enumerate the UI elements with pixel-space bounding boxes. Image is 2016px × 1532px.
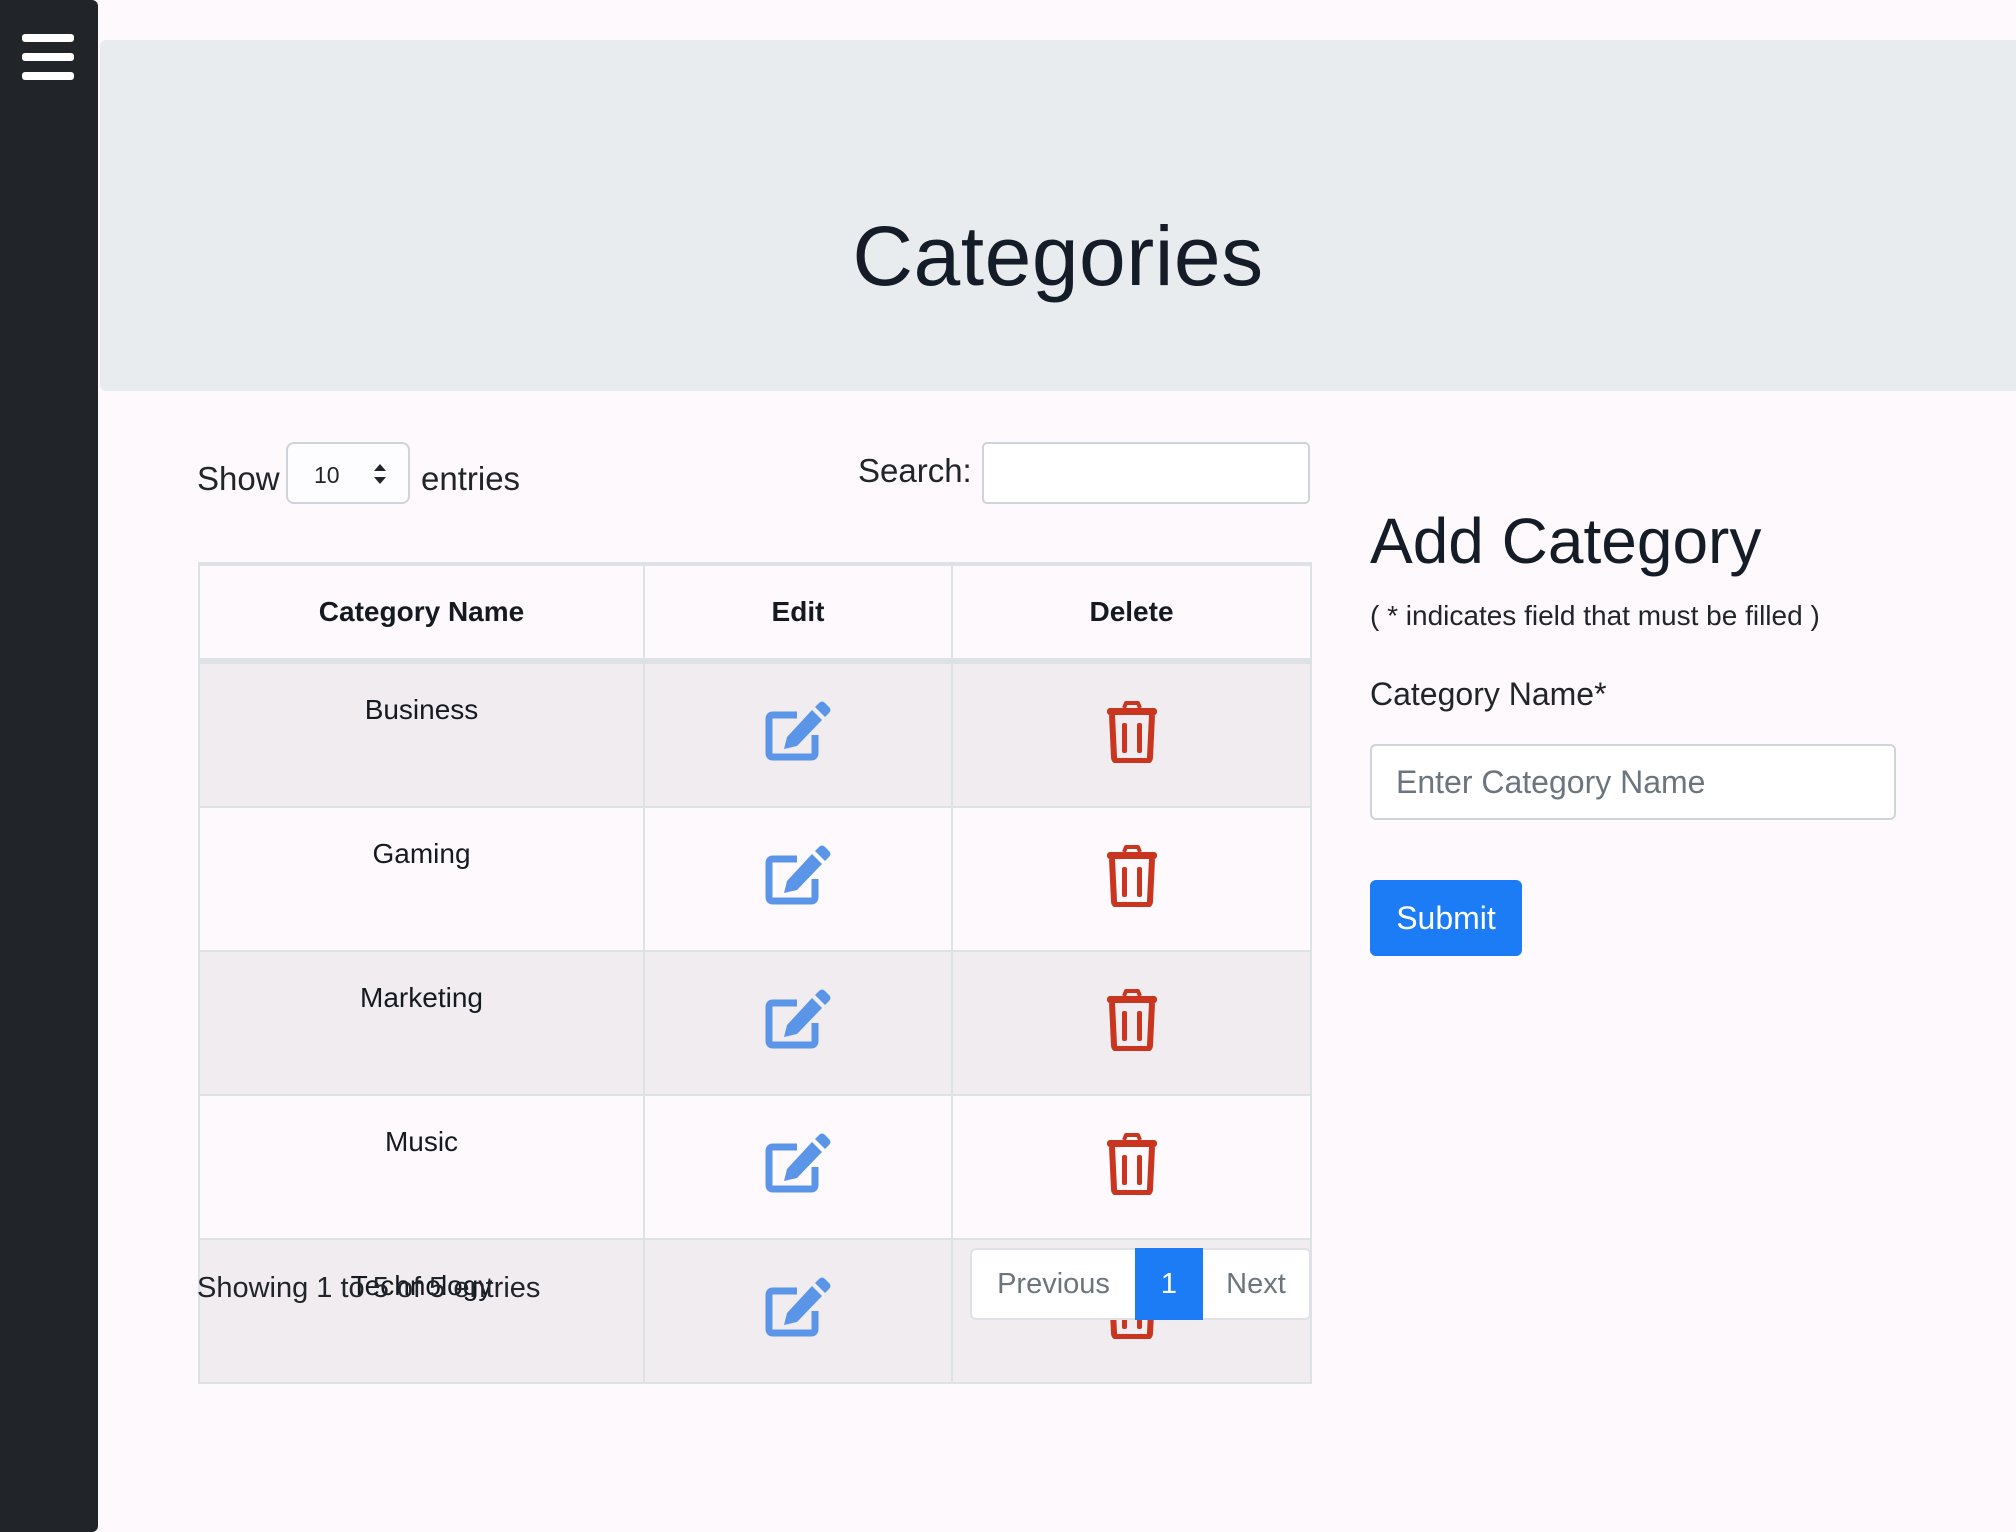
sort-arrows-icon — [374, 464, 386, 484]
table-row: Gaming — [198, 806, 1312, 952]
add-category-title: Add Category — [1370, 505, 1762, 577]
category-name-input[interactable] — [1370, 744, 1896, 820]
delete-cell — [951, 660, 1312, 808]
category-name-cell: Business — [198, 660, 645, 808]
page-1-button[interactable]: 1 — [1135, 1248, 1203, 1320]
entries-length-value: 10 — [314, 462, 340, 488]
trash-icon[interactable] — [1105, 700, 1159, 770]
search-label: Search: — [858, 452, 972, 489]
column-header-edit[interactable]: Edit — [643, 562, 953, 664]
edit-icon[interactable] — [763, 1277, 833, 1346]
edit-cell — [643, 660, 953, 808]
search-input[interactable] — [982, 442, 1310, 504]
delete-cell — [951, 950, 1312, 1096]
edit-cell — [643, 806, 953, 952]
edit-cell — [643, 1238, 953, 1384]
entries-length-select[interactable]: 10 — [286, 442, 410, 504]
pagination: Previous 1 Next — [970, 1248, 1311, 1320]
trash-icon[interactable] — [1105, 1132, 1159, 1202]
column-header-delete[interactable]: Delete — [951, 562, 1312, 664]
table-row: Business — [198, 660, 1312, 808]
entries-label: entries — [421, 460, 521, 497]
table-row: Music — [198, 1094, 1312, 1240]
table-header-row: Category Name Edit Delete — [198, 562, 1312, 664]
delete-cell — [951, 1094, 1312, 1240]
edit-icon[interactable] — [763, 1133, 833, 1202]
trash-icon[interactable] — [1105, 988, 1159, 1058]
edit-icon[interactable] — [763, 701, 833, 770]
submit-button[interactable]: Submit — [1370, 880, 1522, 956]
edit-cell — [643, 950, 953, 1096]
page-header: Categories — [100, 40, 2016, 391]
required-note: ( * indicates field that must be filled … — [1370, 600, 1820, 631]
trash-icon[interactable] — [1105, 844, 1159, 914]
category-name-cell: Gaming — [198, 806, 645, 952]
category-name-cell: Music — [198, 1094, 645, 1240]
category-name-cell: Marketing — [198, 950, 645, 1096]
sidebar — [0, 0, 98, 1532]
category-name-label: Category Name* — [1370, 676, 1607, 712]
edit-icon[interactable] — [763, 845, 833, 914]
delete-cell — [951, 806, 1312, 952]
menu-icon[interactable] — [22, 34, 74, 82]
next-button[interactable]: Next — [1203, 1248, 1311, 1320]
category-name-cell: Technology — [198, 1238, 645, 1384]
edit-cell — [643, 1094, 953, 1240]
table-row: Marketing — [198, 950, 1312, 1096]
column-header-category-name[interactable]: Category Name — [198, 562, 645, 664]
edit-icon[interactable] — [763, 989, 833, 1058]
page-title: Categories — [852, 209, 1264, 303]
table-info: Showing 1 to 5 of 5 entries — [197, 1272, 541, 1304]
previous-button[interactable]: Previous — [970, 1248, 1135, 1320]
show-label: Show — [197, 460, 280, 497]
